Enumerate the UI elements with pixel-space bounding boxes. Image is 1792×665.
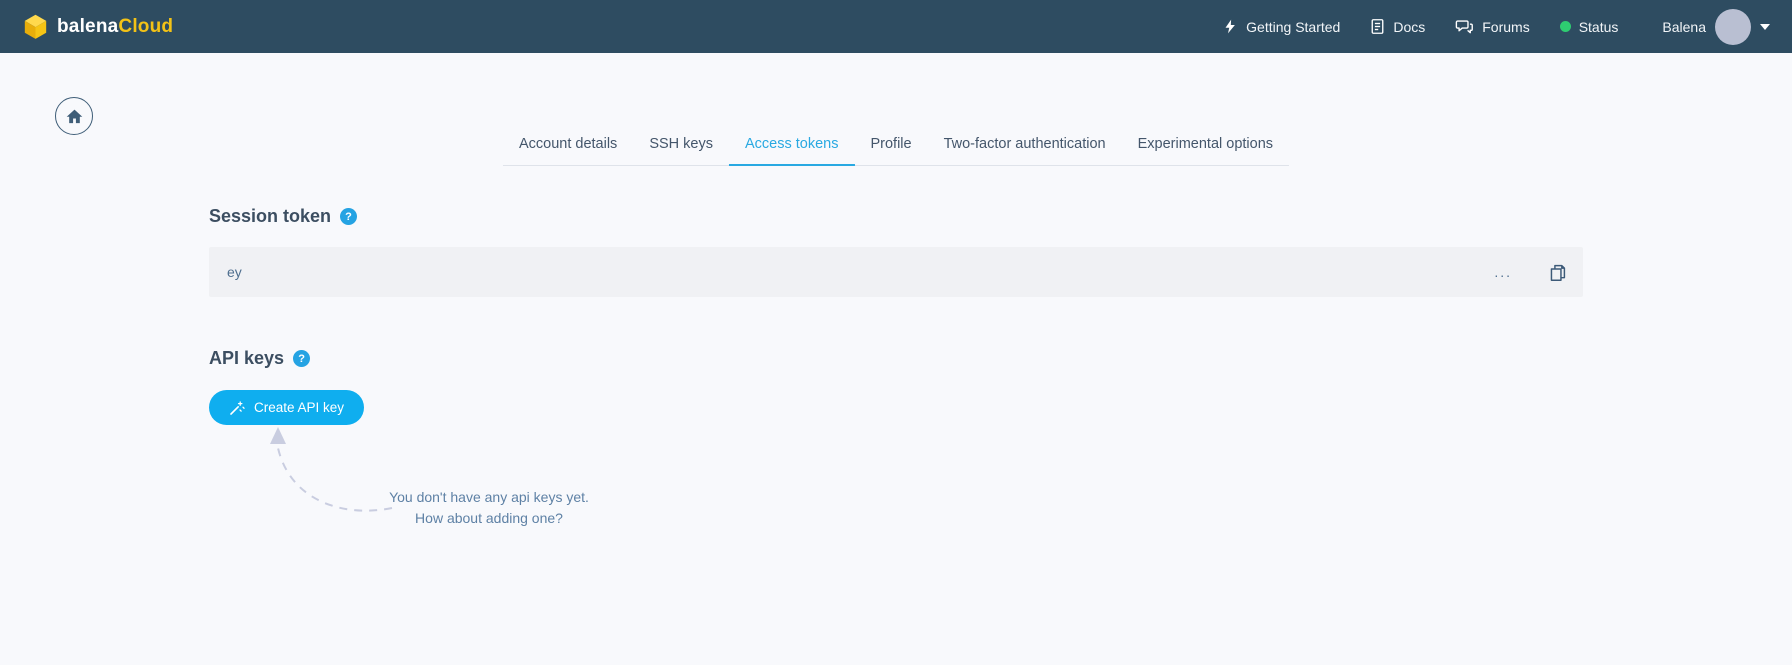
help-icon[interactable]: ? [340, 208, 357, 225]
chevron-down-icon [1760, 24, 1770, 30]
document-icon [1370, 18, 1385, 35]
empty-state-line1: You don't have any api keys yet. [378, 487, 600, 508]
home-button[interactable] [55, 97, 93, 135]
help-icon[interactable]: ? [293, 350, 310, 367]
tab-access-tokens[interactable]: Access tokens [729, 129, 855, 166]
brand-logo[interactable]: balenaCloud [22, 13, 173, 40]
nav-getting-started[interactable]: Getting Started [1223, 18, 1340, 35]
api-keys-heading: API keys ? [209, 348, 310, 369]
nav-docs[interactable]: Docs [1370, 18, 1425, 35]
tab-account-details[interactable]: Account details [503, 129, 633, 166]
tab-experimental-options[interactable]: Experimental options [1122, 129, 1289, 166]
token-expand-ellipsis[interactable]: ... [1494, 264, 1512, 280]
nav-status[interactable]: Status [1560, 19, 1619, 35]
brand-name: balenaCloud [57, 16, 173, 38]
session-token-field: ey ... [209, 247, 1583, 297]
top-navbar: balenaCloud Getting Started Docs [0, 0, 1792, 53]
settings-tabs: Account details SSH keys Access tokens P… [503, 129, 1289, 166]
nav-forums[interactable]: Forums [1455, 18, 1529, 35]
avatar[interactable] [1715, 9, 1751, 45]
tab-ssh-keys[interactable]: SSH keys [633, 129, 729, 166]
user-menu[interactable]: Balena [1662, 9, 1770, 45]
home-icon [66, 108, 83, 124]
balena-cube-icon [22, 13, 49, 40]
navbar-links: Getting Started Docs Forums [1223, 9, 1770, 45]
chat-bubbles-icon [1455, 18, 1474, 35]
session-token-heading: Session token ? [209, 206, 357, 227]
status-dot-icon [1560, 21, 1571, 32]
magic-wand-icon [229, 400, 245, 416]
api-keys-empty-state: You don't have any api keys yet. How abo… [378, 487, 600, 529]
user-name: Balena [1662, 19, 1706, 35]
empty-state-line2: How about adding one? [378, 508, 600, 529]
session-token-value: ey [227, 264, 242, 280]
bolt-icon [1223, 18, 1238, 35]
create-api-key-button[interactable]: Create API key [209, 390, 364, 425]
tab-profile[interactable]: Profile [854, 129, 927, 166]
copy-button[interactable] [1548, 262, 1567, 283]
tab-two-factor-authentication[interactable]: Two-factor authentication [928, 129, 1122, 166]
